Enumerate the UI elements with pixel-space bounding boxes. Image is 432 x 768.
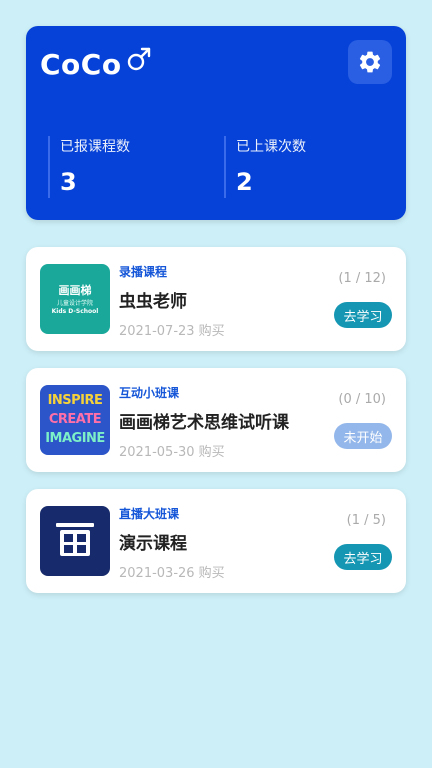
start-learning-button[interactable]: 去学习 (334, 544, 392, 570)
course-card[interactable]: 画画梯 儿童设计学院 Kids D-School 录播课程 虫虫老师 2021-… (26, 247, 406, 351)
not-started-button[interactable]: 未开始 (334, 423, 392, 449)
profile-page: CoCo 已报课程数 3 已上课次数 2 画画梯 儿童设计学院 Kids D-S… (0, 0, 432, 768)
thumbnail-word-imagine: IMAGINE (45, 431, 105, 446)
course-card[interactable]: INSPIRE CREATE IMAGINE 互动小班课 画画梯艺术思维试听课 … (26, 368, 406, 472)
purchase-date: 2021-07-23 购买 (119, 324, 225, 339)
settings-button[interactable] (348, 40, 392, 84)
thumbnail-caption: Kids D-School (51, 308, 99, 315)
purchase-date: 2021-03-26 购买 (119, 566, 225, 581)
course-title: 演示课程 (119, 534, 187, 554)
start-learning-button[interactable]: 去学习 (334, 302, 392, 328)
course-title: 虫虫老师 (119, 292, 187, 312)
male-icon (127, 47, 151, 71)
thumbnail-word-inspire: INSPIRE (47, 393, 103, 408)
course-title: 画画梯艺术思维试听课 (119, 413, 289, 433)
stat-attended-classes: 已上课次数 2 (224, 136, 306, 198)
stat-value: 2 (236, 168, 253, 196)
course-progress: (1 / 12) (338, 271, 386, 286)
course-thumbnail (40, 506, 110, 576)
stat-value: 3 (60, 168, 77, 196)
stat-label: 已上课次数 (236, 139, 306, 155)
classroom-board-icon (56, 523, 94, 556)
course-type: 互动小班课 (119, 386, 180, 400)
stat-label: 已报课程数 (60, 139, 130, 155)
purchase-date: 2021-05-30 购买 (119, 445, 225, 460)
course-thumbnail: 画画梯 儿童设计学院 Kids D-School (40, 264, 110, 334)
thumbnail-word-create: CREATE (48, 412, 102, 427)
course-type: 录播课程 (119, 265, 168, 279)
course-card[interactable]: 直播大班课 演示课程 2021-03-26 购买 (1 / 5) 去学习 (26, 489, 406, 593)
user-name: CoCo (40, 48, 122, 81)
course-progress: (1 / 5) (346, 513, 386, 528)
course-thumbnail: INSPIRE CREATE IMAGINE (40, 385, 110, 455)
thumbnail-logo-text: 画画梯 (58, 284, 92, 297)
stat-enrolled-courses: 已报课程数 3 (48, 136, 130, 198)
profile-card: CoCo 已报课程数 3 已上课次数 2 (26, 26, 406, 220)
gear-icon (359, 51, 381, 73)
thumbnail-subtitle: 儿童设计学院 (56, 300, 93, 307)
course-progress: (0 / 10) (338, 392, 386, 407)
course-type: 直播大班课 (119, 507, 180, 521)
